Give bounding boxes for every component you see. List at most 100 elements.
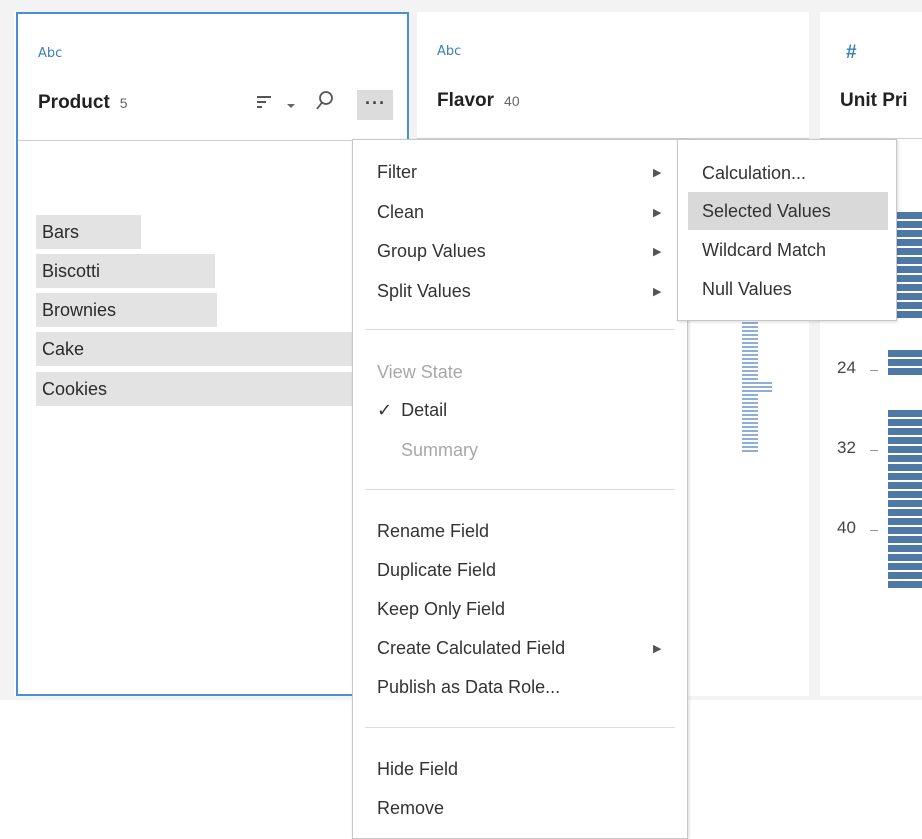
column-name: Flavor [437,90,495,111]
flavor-bar [742,338,758,340]
column-header-unit-price[interactable]: Unit Pri [840,90,908,112]
column-header-product[interactable]: Product 5 [38,92,128,114]
submenu-item-null-values[interactable]: Null Values [688,270,888,308]
menu-item-clean[interactable]: Clean [377,202,424,223]
histogram-bar [888,554,922,561]
sort-icon[interactable] [256,92,274,117]
flavor-bar [742,434,758,436]
histogram-bar [888,572,922,579]
flavor-bar [742,386,772,388]
axis-tick [870,450,878,451]
list-item[interactable]: Biscotti [36,254,215,288]
menu-item-rename-field[interactable]: Rename Field [377,521,489,542]
submenu-arrow-icon: ▶ [653,246,662,258]
distinct-count: 40 [504,93,520,109]
flavor-bar [742,430,758,432]
column-header-flavor[interactable]: Flavor 40 [437,90,520,112]
menu-item-group-values[interactable]: Group Values [377,241,486,262]
flavor-bar [742,438,758,440]
submenu-item-calculation[interactable]: Calculation... [688,154,888,192]
histogram-bar [888,491,922,498]
flavor-bar [742,366,758,368]
more-options-button[interactable]: ··· [357,90,393,120]
axis-tick [870,370,878,371]
submenu-arrow-icon: ▶ [653,167,662,179]
histogram-bar [888,482,922,489]
submenu-arrow-icon: ▶ [653,643,662,655]
menu-item-publish-data-role[interactable]: Publish as Data Role... [377,677,560,698]
submenu-item-wildcard-match[interactable]: Wildcard Match [688,231,888,269]
histogram-bar [888,536,922,543]
flavor-bar [742,442,758,444]
menu-item-summary[interactable]: Summary [401,440,478,461]
submenu-arrow-icon: ▶ [653,207,662,219]
menu-item-split-values[interactable]: Split Values [377,281,471,302]
histogram-bar [888,500,922,507]
column-name: Product [38,92,110,113]
top-background-strip [0,0,922,12]
list-item[interactable]: Cookies [36,372,352,406]
menu-separator [365,329,675,330]
histogram-bar [888,509,922,516]
menu-item-detail[interactable]: ✓ Detail [377,400,447,421]
flavor-bar [742,414,758,416]
number-type-icon: # [846,42,857,63]
menu-item-hide-field[interactable]: Hide Field [377,759,458,780]
histogram-bar [888,527,922,534]
left-gutter [0,0,14,700]
histogram-bar [888,410,922,417]
checkmark-icon: ✓ [377,400,393,420]
histogram-bar [888,359,922,366]
column-divider [809,12,820,700]
flavor-bar [742,334,758,336]
histogram-bar [888,455,922,462]
histogram-bar [888,473,922,480]
flavor-bar [742,410,758,412]
menu-item-remove[interactable]: Remove [377,798,444,819]
search-icon[interactable] [314,89,338,118]
menu-item-filter[interactable]: Filter [377,162,417,183]
flavor-bar [742,398,758,400]
menu-item-keep-only-field[interactable]: Keep Only Field [377,599,505,620]
flavor-bar [742,354,758,356]
string-type-icon: Abc [38,46,63,61]
flavor-bar [742,418,758,420]
menu-separator [365,489,675,490]
flavor-bar [742,406,758,408]
column-context-menu: Filter ▶ Clean ▶ Group Values ▶ Split Va… [352,139,688,839]
axis-tick-label: 40 [837,518,856,537]
menu-separator [365,727,675,728]
histogram-bar [888,419,922,426]
axis-tick [870,530,878,531]
dropdown-caret-icon[interactable] [286,97,296,115]
flavor-bar [742,450,758,452]
header-divider [18,140,407,141]
histogram-bar [888,368,922,375]
submenu-item-selected-values[interactable]: Selected Values [688,192,888,230]
histogram-bar [888,437,922,444]
flavor-bar [742,378,758,380]
list-item[interactable]: Bars [36,215,141,249]
histogram-bar [888,350,922,357]
flavor-bar [742,382,772,384]
flavor-bar [742,374,758,376]
flavor-bar [742,394,758,396]
menu-section-view-state: View State [377,362,463,382]
flavor-bar [742,358,758,360]
histogram-bar [888,428,922,435]
list-item[interactable]: Cake [36,332,352,366]
flavor-bar [742,426,758,428]
histogram-bar [888,581,922,588]
histogram-bar [888,464,922,471]
flavor-bar [742,342,758,344]
histogram-bar [888,446,922,453]
menu-item-duplicate-field[interactable]: Duplicate Field [377,560,496,581]
menu-item-create-calculated-field[interactable]: Create Calculated Field [377,638,565,659]
axis-tick-label: 24 [837,358,856,377]
flavor-bar [742,362,758,364]
flavor-bar [742,330,758,332]
histogram-bar [888,518,922,525]
flavor-bar [742,322,758,324]
menu-item-label: Detail [401,400,448,420]
list-item[interactable]: Brownies [36,293,217,327]
